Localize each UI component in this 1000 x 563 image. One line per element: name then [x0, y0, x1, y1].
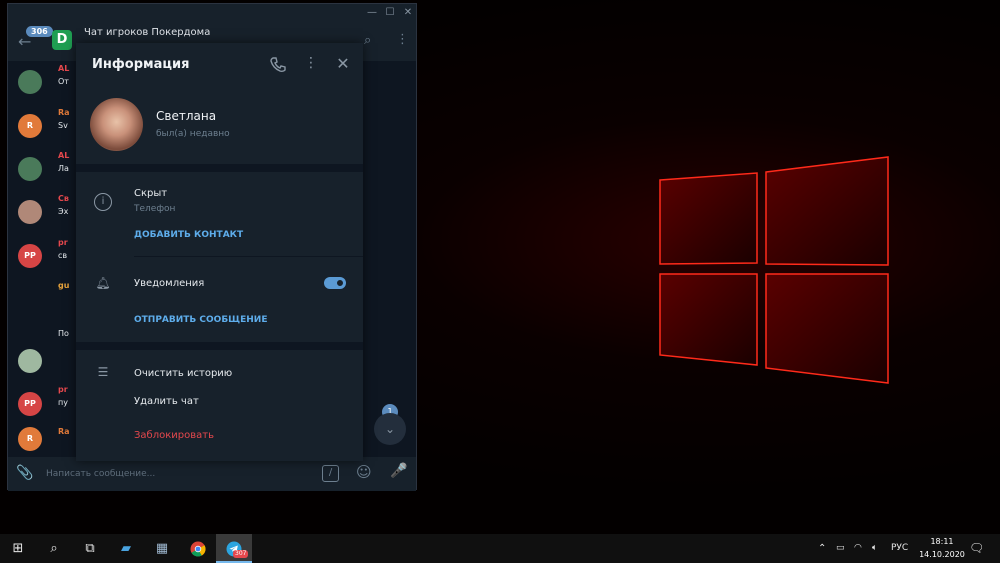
message-input[interactable] [46, 464, 306, 484]
clear-history-button[interactable]: Очистить историю [134, 368, 232, 379]
telegram-unread-badge: 307 [233, 550, 249, 558]
calculator-icon[interactable]: ▦ [144, 534, 180, 563]
notification-center-icon[interactable]: 🗨︎ [969, 534, 984, 563]
chevron-up-icon[interactable]: ⌃ [818, 534, 826, 563]
message-sender[interactable]: AL [58, 64, 69, 73]
info-panel-title: Информация [92, 57, 190, 72]
info-panel: Информация ⋮ ✕ Светлана был(а) недавно i… [76, 43, 363, 461]
profile-avatar[interactable] [90, 98, 143, 151]
message-text: Ла [58, 164, 69, 173]
attach-icon[interactable]: 📎 [16, 465, 33, 481]
message-composer: 📎 / ☺ 🎤 [8, 457, 416, 491]
message-sender[interactable]: AL [58, 151, 69, 160]
message-text: Эх [58, 207, 69, 216]
volume-icon[interactable]: 🔈︎ [872, 534, 877, 563]
close-icon[interactable]: ✕ [399, 4, 417, 21]
avatar[interactable]: PP [18, 244, 42, 268]
message-text: св [58, 251, 68, 260]
more-menu-icon[interactable]: ⋮ [301, 55, 321, 71]
close-icon[interactable]: ✕ [333, 54, 353, 73]
minimize-icon[interactable]: — [363, 4, 381, 21]
avatar[interactable]: R [18, 114, 42, 138]
chat-title[interactable]: Чат игроков Покердома [84, 27, 210, 38]
clock-time[interactable]: 18:11 [922, 537, 962, 546]
message-text: По [58, 329, 69, 338]
delete-chat-button[interactable]: Удалить чат [134, 396, 199, 407]
add-contact-button[interactable]: ДОБАВИТЬ КОНТАКТ [134, 230, 243, 240]
start-windows-icon[interactable]: ⊞ [0, 534, 36, 563]
phone-icon[interactable] [268, 55, 288, 75]
profile-status: был(а) недавно [156, 129, 230, 139]
phone-value[interactable]: Скрыт [134, 188, 167, 199]
profile-name: Светлана [156, 109, 217, 123]
notifications-label: Уведомления [134, 278, 205, 289]
telegram-window: — ☐ ✕ ← 306 D Чат игроков Покердома ⌕ ⋮ … [7, 3, 417, 491]
avatar[interactable] [18, 157, 42, 181]
wifi-icon[interactable]: ◠ [854, 534, 862, 563]
clock-date[interactable]: 14.10.2020 [914, 550, 970, 559]
scroll-down-button[interactable]: ⌄ [374, 413, 406, 445]
task-view-icon[interactable]: ⧉ [72, 534, 108, 563]
chat-logo-icon[interactable]: D [52, 30, 72, 50]
info-icon: i [94, 193, 112, 211]
avatar[interactable] [18, 349, 42, 373]
message-text: От [58, 77, 69, 86]
send-message-button[interactable]: ОТПРАВИТЬ СООБЩЕНИЕ [134, 315, 267, 325]
row-divider [134, 256, 363, 257]
section-divider [76, 164, 363, 172]
windows-logo-wallpaper [659, 156, 889, 384]
search-icon[interactable]: ⌕ [364, 33, 371, 48]
message-sender[interactable]: Ra [58, 427, 70, 436]
search-icon[interactable]: ⌕ [36, 534, 72, 563]
telegram-taskbar-button[interactable]: 307 [216, 534, 252, 563]
notifications-toggle[interactable] [324, 277, 346, 289]
more-menu-icon[interactable]: ⋮ [396, 32, 409, 47]
phone-caption: Телефон [134, 204, 176, 214]
message-sender[interactable]: pr [58, 385, 68, 394]
avatar[interactable]: R [18, 427, 42, 451]
microphone-icon[interactable]: 🎤 [390, 463, 407, 479]
list-icon: ☰ [97, 365, 109, 379]
block-user-button[interactable]: Заблокировать [134, 430, 214, 441]
message-sender[interactable]: Ra [58, 108, 70, 117]
toggle-knob [335, 278, 345, 288]
emoji-icon[interactable]: ☺ [356, 463, 372, 481]
message-sender[interactable]: gu [58, 281, 69, 290]
maximize-icon[interactable]: ☐ [381, 4, 399, 21]
windows-taskbar: ⊞ ⌕ ⧉ ▰ ▦ 307 ⌃ ▭ ◠ 🔈︎ РУС 18:11 14.10.2… [0, 534, 1000, 563]
avatar[interactable] [18, 70, 42, 94]
desktop-app-icon[interactable]: ▰ [108, 534, 144, 563]
window-titlebar: — ☐ ✕ [8, 4, 416, 21]
language-indicator[interactable]: РУС [891, 534, 908, 563]
chrome-icon[interactable] [180, 534, 216, 563]
battery-icon[interactable]: ▭ [836, 534, 845, 563]
message-sender[interactable]: Св [58, 194, 69, 203]
message-text: пу [58, 398, 68, 407]
bell-icon: 🔔︎ [95, 276, 111, 290]
message-text: Sv [58, 121, 68, 130]
section-divider [76, 342, 363, 350]
bot-command-icon[interactable]: / [322, 465, 339, 482]
message-sender[interactable]: pr [58, 238, 68, 247]
avatar[interactable]: PP [18, 392, 42, 416]
avatar[interactable] [18, 200, 42, 224]
unread-badge: 306 [26, 26, 53, 37]
